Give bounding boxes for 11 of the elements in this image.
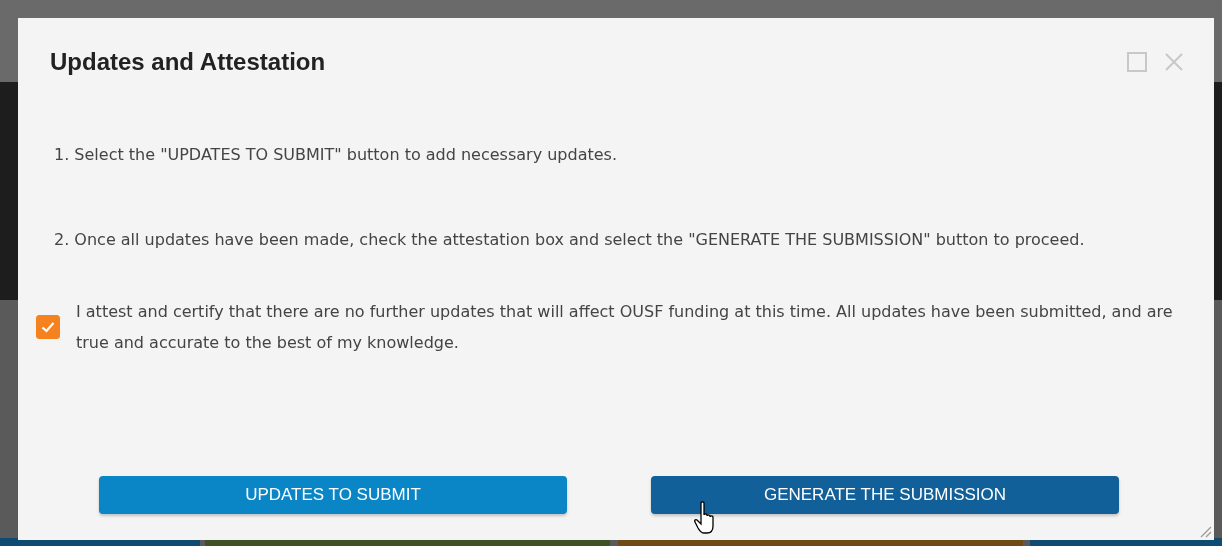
maximize-icon[interactable] [1126,51,1148,73]
resize-grip-icon[interactable] [1198,524,1212,538]
attestation-text: I attest and certify that there are no further updates that will affect OUSF funding at this time. All updates have been submitted, and are true and accurate to the best of my knowledge. [76,301,1174,354]
instruction-text: 1. Select the "UPDATES TO SUBMIT" button to add necessary updates. [54,144,618,166]
attestation-checkbox[interactable] [36,315,60,339]
action-button[interactable]: GENERATE THE SUBMISSION [651,476,1119,514]
checkmark-icon [40,319,56,335]
instruction-text: 2. Once all updates have been made, check the attestation box and select the "GENERATE THE SUBMISSION" button to proceed. [54,229,1086,251]
action-button[interactable]: UPDATES TO SUBMIT [99,476,567,514]
close-icon[interactable] [1164,52,1184,72]
dialog-title: Updates and Attestation [50,48,326,76]
